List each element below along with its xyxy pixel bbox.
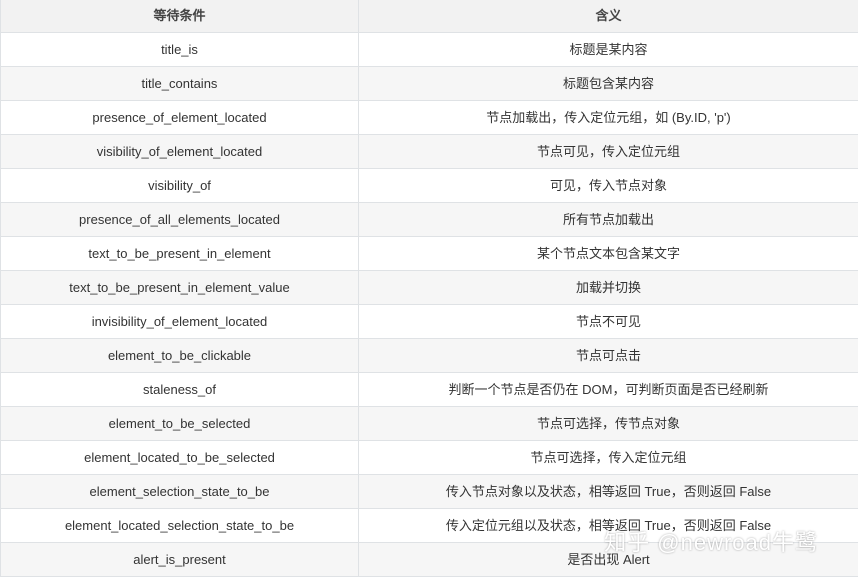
meaning-cell: 节点可见，传入定位元组 xyxy=(359,135,858,169)
meaning-cell: 节点可选择，传节点对象 xyxy=(359,407,858,441)
wait-condition-cell: visibility_of_element_located xyxy=(1,135,359,169)
header-wait-condition: 等待条件 xyxy=(1,0,359,33)
wait-condition-cell: invisibility_of_element_located xyxy=(1,305,359,339)
wait-condition-cell: title_is xyxy=(1,33,359,67)
table-body: title_is标题是某内容title_contains标题包含某内容prese… xyxy=(1,33,858,577)
wait-condition-cell: staleness_of xyxy=(1,373,359,407)
table-row: title_contains标题包含某内容 xyxy=(1,67,858,101)
wait-condition-cell: visibility_of xyxy=(1,169,359,203)
wait-condition-cell: element_to_be_clickable xyxy=(1,339,359,373)
meaning-cell: 是否出现 Alert xyxy=(359,543,858,577)
wait-condition-cell: text_to_be_present_in_element_value xyxy=(1,271,359,305)
header-meaning: 含义 xyxy=(359,0,858,33)
table-row: presence_of_all_elements_located所有节点加载出 xyxy=(1,203,858,237)
wait-condition-cell: element_located_selection_state_to_be xyxy=(1,509,359,543)
meaning-cell: 传入定位元组以及状态，相等返回 True，否则返回 False xyxy=(359,509,858,543)
table-header-row: 等待条件 含义 xyxy=(1,0,858,33)
wait-conditions-table: 等待条件 含义 title_is标题是某内容title_contains标题包含… xyxy=(0,0,858,577)
wait-condition-cell: alert_is_present xyxy=(1,543,359,577)
wait-condition-cell: element_located_to_be_selected xyxy=(1,441,359,475)
table-row: element_to_be_clickable节点可点击 xyxy=(1,339,858,373)
meaning-cell: 标题包含某内容 xyxy=(359,67,858,101)
table-row: element_selection_state_to_be传入节点对象以及状态，… xyxy=(1,475,858,509)
meaning-cell: 所有节点加载出 xyxy=(359,203,858,237)
meaning-cell: 标题是某内容 xyxy=(359,33,858,67)
wait-condition-cell: text_to_be_present_in_element xyxy=(1,237,359,271)
table-row: text_to_be_present_in_element某个节点文本包含某文字 xyxy=(1,237,858,271)
wait-condition-cell: element_to_be_selected xyxy=(1,407,359,441)
meaning-cell: 某个节点文本包含某文字 xyxy=(359,237,858,271)
meaning-cell: 加载并切换 xyxy=(359,271,858,305)
meaning-cell: 节点可点击 xyxy=(359,339,858,373)
table-row: element_to_be_selected节点可选择，传节点对象 xyxy=(1,407,858,441)
table-row: presence_of_element_located节点加载出，传入定位元组，… xyxy=(1,101,858,135)
wait-condition-cell: title_contains xyxy=(1,67,359,101)
table-row: element_located_to_be_selected节点可选择，传入定位… xyxy=(1,441,858,475)
meaning-cell: 节点不可见 xyxy=(359,305,858,339)
table-row: visibility_of_element_located节点可见，传入定位元组 xyxy=(1,135,858,169)
table-row: invisibility_of_element_located节点不可见 xyxy=(1,305,858,339)
table-row: staleness_of判断一个节点是否仍在 DOM，可判断页面是否已经刷新 xyxy=(1,373,858,407)
meaning-cell: 传入节点对象以及状态，相等返回 True，否则返回 False xyxy=(359,475,858,509)
meaning-cell: 可见，传入节点对象 xyxy=(359,169,858,203)
table-row: text_to_be_present_in_element_value加载并切换 xyxy=(1,271,858,305)
wait-condition-cell: element_selection_state_to_be xyxy=(1,475,359,509)
meaning-cell: 节点加载出，传入定位元组，如 (By.ID, 'p') xyxy=(359,101,858,135)
meaning-cell: 判断一个节点是否仍在 DOM，可判断页面是否已经刷新 xyxy=(359,373,858,407)
table-row: element_located_selection_state_to_be传入定… xyxy=(1,509,858,543)
table-row: alert_is_present是否出现 Alert xyxy=(1,543,858,577)
wait-condition-cell: presence_of_element_located xyxy=(1,101,359,135)
table-row: visibility_of可见，传入节点对象 xyxy=(1,169,858,203)
wait-condition-cell: presence_of_all_elements_located xyxy=(1,203,359,237)
table-row: title_is标题是某内容 xyxy=(1,33,858,67)
meaning-cell: 节点可选择，传入定位元组 xyxy=(359,441,858,475)
